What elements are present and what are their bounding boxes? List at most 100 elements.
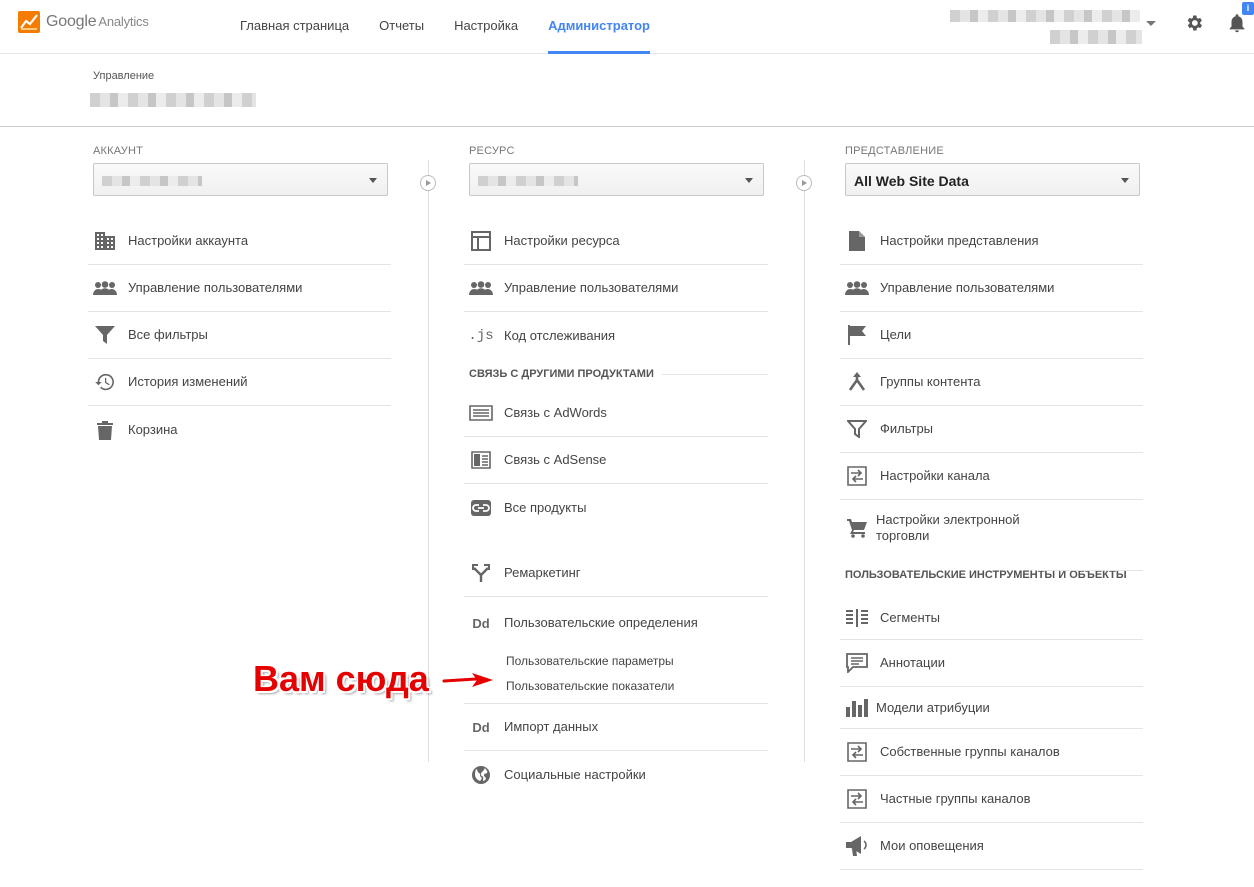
custom-metrics-link[interactable]: Пользовательские показатели [506, 679, 674, 693]
item-label: Код отслеживания [504, 327, 616, 343]
annotations-link[interactable]: Аннотации [840, 640, 1143, 687]
nav-reports[interactable]: Отчеты [379, 0, 424, 54]
view-select[interactable]: All Web Site Data [845, 163, 1140, 196]
item-label: Настройки представления [880, 233, 1039, 248]
item-label: Настройки ресурса [504, 233, 620, 248]
content-grouping-link[interactable]: Группы контента [840, 359, 1143, 406]
caret-down-icon [1121, 178, 1129, 183]
item-label: Цели [880, 327, 912, 342]
people-icon [845, 277, 869, 299]
property-menu: Настройки ресурса Управление пользовател… [464, 218, 768, 798]
nav-home[interactable]: Главная страница [240, 0, 349, 54]
people-icon [93, 277, 117, 299]
view-menu: Настройки представления Управление польз… [840, 218, 1143, 870]
annotation-arrow-icon [442, 673, 493, 687]
view-user-management-link[interactable]: Управление пользователями [840, 265, 1143, 312]
property-settings-link[interactable]: Настройки ресурса [464, 218, 768, 265]
private-channel-groupings-link[interactable]: Частные группы каналов [840, 776, 1143, 823]
adwords-linking-link[interactable]: Связь с AdWords [464, 390, 768, 437]
account-email-blurred[interactable] [1050, 30, 1142, 44]
channel-icon [845, 788, 869, 810]
account-select[interactable] [93, 163, 388, 196]
top-bar: Google Analytics Главная страница Отчеты … [0, 0, 1254, 54]
bell-icon[interactable] [1226, 12, 1248, 34]
social-settings-link[interactable]: Социальные настройки [464, 751, 768, 798]
view-label: Представление [845, 145, 944, 157]
dd-icon: Dd [472, 615, 490, 631]
building-icon [93, 230, 117, 252]
analytics-logo-icon [18, 11, 40, 33]
account-menu: Настройки аккаунта Управление пользовате… [88, 218, 391, 453]
item-label: Импорт данных [504, 719, 599, 734]
nav-admin[interactable]: Администратор [548, 0, 650, 54]
caret-down-icon [745, 178, 753, 183]
account-name-blurred[interactable] [950, 10, 1140, 22]
custom-dimensions-link[interactable]: Пользовательские параметры [506, 654, 674, 668]
chevron-down-icon[interactable] [1146, 21, 1156, 26]
item-label: Управление пользователями [880, 280, 1055, 295]
people-icon [469, 277, 493, 299]
view-filters-link[interactable]: Фильтры [840, 406, 1143, 453]
item-label: Все продукты [504, 499, 587, 515]
channel-icon [845, 465, 869, 487]
personal-tools-heading: Пользовательские инструменты и объекты [840, 555, 1143, 596]
custom-definitions-label[interactable]: Пользовательские определения [504, 615, 698, 631]
property-user-management-link[interactable]: Управление пользователями [464, 265, 768, 312]
account-user-management-link[interactable]: Управление пользователями [88, 265, 391, 312]
item-label: Сегменты [880, 609, 941, 625]
account-filters-link[interactable]: Все фильтры [88, 312, 391, 359]
all-products-link[interactable]: Все продукты [464, 484, 768, 531]
notification-badge[interactable]: i [1242, 2, 1254, 15]
my-alerts-link[interactable]: Мои оповещения [840, 823, 1143, 870]
merge-icon [845, 371, 869, 393]
document-icon [845, 230, 869, 252]
custom-definitions-group: Dd Пользовательские определения Пользова… [464, 597, 768, 704]
item-label: Настройки аккаунта [128, 233, 249, 248]
flag-icon [845, 324, 869, 346]
logo-text: Google Analytics [46, 13, 149, 30]
remarketing-link[interactable]: Ремаркетинг [464, 550, 768, 597]
arrow-right-icon [796, 175, 812, 191]
custom-channel-groupings-link[interactable]: Собственные группы каналов [840, 729, 1143, 776]
globe-icon [469, 764, 493, 786]
nav-customization[interactable]: Настройка [454, 0, 518, 54]
arrow-right-icon [420, 175, 436, 191]
item-label: Социальные настройки [504, 766, 646, 782]
js-icon: .js [468, 327, 494, 344]
item-label: Управление пользователями [128, 280, 303, 295]
cart-icon [845, 517, 869, 539]
channel-settings-link[interactable]: Настройки канала [840, 453, 1143, 500]
item-label: Группы контента [880, 374, 981, 389]
comment-icon [845, 652, 869, 674]
item-label: Корзина [128, 421, 178, 437]
filter-icon [93, 324, 117, 346]
view-column: Представление All Web Site Data Настройк… [840, 145, 1143, 870]
adsense-linking-link[interactable]: Связь с AdSense [464, 437, 768, 484]
property-select[interactable] [469, 163, 764, 196]
goals-link[interactable]: Цели [840, 312, 1143, 359]
segments-link[interactable]: Сегменты [840, 596, 1143, 640]
view-select-value: All Web Site Data [854, 173, 969, 189]
item-label: Настройки электронной торговли [876, 511, 1020, 543]
trash-icon [93, 419, 117, 441]
ecommerce-settings-link[interactable]: Настройки электронной торговли [840, 500, 1143, 555]
attribution-models-link[interactable]: Модели атрибуции [840, 687, 1143, 729]
item-label: Связь с AdSense [504, 452, 607, 467]
view-settings-link[interactable]: Настройки представления [840, 218, 1143, 265]
segments-icon [845, 607, 869, 629]
data-import-link[interactable]: Dd Импорт данных [464, 704, 768, 751]
item-label: Частные группы каналов [880, 791, 1031, 806]
trash-link[interactable]: Корзина [88, 406, 391, 453]
item-label: Связь с AdWords [504, 405, 607, 420]
property-select-value-blurred [478, 176, 578, 186]
change-history-link[interactable]: История изменений [88, 359, 391, 406]
column-separator [804, 160, 805, 762]
item-label: Фильтры [880, 421, 934, 436]
tracking-code-link[interactable]: .js Код отслеживания [464, 312, 768, 359]
property-column: Ресурс Настройки ресурса Управление поль… [464, 145, 768, 798]
adwords-icon [469, 402, 493, 424]
google-analytics-logo[interactable]: Google Analytics [18, 11, 149, 33]
account-settings-link[interactable]: Настройки аккаунта [88, 218, 391, 265]
gear-icon[interactable] [1184, 13, 1204, 33]
history-icon [93, 371, 117, 393]
